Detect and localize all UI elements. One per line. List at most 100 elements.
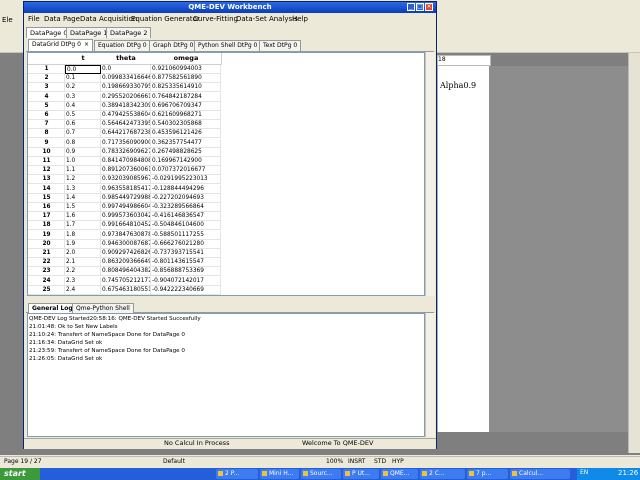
grid-cell[interactable]: 0.891207360061 bbox=[101, 166, 151, 176]
tab-graph[interactable]: Graph DtPg 0 bbox=[149, 40, 198, 51]
taskbar-button[interactable]: P Ut... bbox=[343, 469, 379, 479]
grid-cell[interactable]: 0.564642473395 bbox=[101, 120, 151, 130]
grid-cell[interactable]: -0.801143615547 bbox=[151, 258, 221, 268]
menu-file[interactable]: File bbox=[28, 15, 40, 23]
tab-python-shell[interactable]: Python Shell DtPg 0 bbox=[194, 40, 262, 51]
grid-cell[interactable]: -0.128844494296 bbox=[151, 184, 221, 194]
grid-cell[interactable]: 0.963558185417 bbox=[101, 184, 151, 194]
grid-cell[interactable]: 0.0707372016677 bbox=[151, 166, 221, 176]
taskbar-button[interactable]: 2 C... bbox=[420, 469, 465, 479]
grid-cell[interactable]: 0.825335614910 bbox=[151, 83, 221, 93]
grid-cell[interactable]: 0.999573603042 bbox=[101, 212, 151, 222]
column-header-theta[interactable]: theta bbox=[101, 53, 152, 65]
tab-text[interactable]: Text DtPg 0 bbox=[259, 40, 302, 51]
row-number[interactable]: 25 bbox=[28, 285, 65, 295]
taskbar-button[interactable]: 7 p... bbox=[467, 469, 508, 479]
row-number[interactable]: 3 bbox=[28, 83, 65, 93]
grid-cell[interactable]: 0.198669330795 bbox=[101, 83, 151, 93]
row-number[interactable]: 23 bbox=[28, 267, 65, 277]
maximize-icon[interactable]: □ bbox=[416, 3, 424, 11]
grid-cell[interactable]: -0.227202094693 bbox=[151, 193, 221, 203]
row-number[interactable]: 13 bbox=[28, 175, 65, 185]
zoom-indicator[interactable]: 100% bbox=[326, 458, 343, 465]
menu-equation-generator[interactable]: Equation Generator bbox=[131, 15, 200, 23]
grid-cell[interactable]: 1.6 bbox=[65, 212, 101, 222]
grid-cell[interactable]: -0.942222340669 bbox=[151, 285, 221, 295]
row-number[interactable]: 15 bbox=[28, 193, 65, 203]
grid-cell[interactable]: 0.267498828625 bbox=[151, 147, 221, 157]
menu-data-acquisition[interactable]: Data Acquisition bbox=[80, 15, 137, 23]
row-number[interactable]: 8 bbox=[28, 129, 65, 139]
grid-cell[interactable]: -0.666276021280 bbox=[151, 239, 221, 249]
grid-cell[interactable]: 0.362357754477 bbox=[151, 138, 221, 148]
grid-vertical-scrollbar[interactable] bbox=[425, 52, 435, 296]
taskbar-button[interactable]: Mini H... bbox=[260, 469, 299, 479]
grid-cell[interactable]: -0.504846104600 bbox=[151, 221, 221, 231]
row-number[interactable]: 5 bbox=[28, 101, 65, 111]
grid-cell[interactable]: 0.783326909627 bbox=[101, 147, 151, 157]
grid-cell[interactable]: 0.7 bbox=[65, 129, 101, 139]
grid-cell[interactable]: 0.0 bbox=[101, 65, 151, 74]
grid-cell[interactable]: 1.3 bbox=[65, 184, 101, 194]
row-number[interactable]: 20 bbox=[28, 239, 65, 249]
row-number[interactable]: 1 bbox=[28, 65, 65, 74]
grid-cell[interactable]: 0.909297426826 bbox=[101, 249, 151, 258]
selection-mode-indicator[interactable]: STD bbox=[374, 458, 386, 465]
grid-cell[interactable]: 0.8 bbox=[65, 138, 101, 148]
page-tab-1[interactable]: DataPage 1 bbox=[66, 27, 112, 38]
grid-cell[interactable]: 0.808496404382 bbox=[101, 267, 151, 277]
grid-cell[interactable]: 0.841470984808 bbox=[101, 157, 151, 166]
row-number[interactable]: 21 bbox=[28, 249, 65, 258]
grid-cell[interactable]: 0.877582561890 bbox=[151, 74, 221, 84]
grid-cell[interactable]: 0.985449729988 bbox=[101, 193, 151, 203]
column-header-t[interactable]: t bbox=[65, 53, 102, 65]
grid-cell[interactable]: 1.9 bbox=[65, 239, 101, 249]
grid-cell[interactable]: 1.2 bbox=[65, 175, 101, 185]
taskbar-button[interactable]: Calcul... bbox=[510, 469, 570, 479]
tab-qme-python-shell[interactable]: Qme-Python Shell bbox=[72, 303, 134, 313]
grid-cell[interactable]: 0.863209366649 bbox=[101, 258, 151, 268]
tab-general-log[interactable]: General Log bbox=[28, 303, 77, 313]
row-number[interactable]: 22 bbox=[28, 258, 65, 268]
grid-cell[interactable]: 1.5 bbox=[65, 203, 101, 212]
grid-cell[interactable]: 0.5 bbox=[65, 111, 101, 120]
background-document-page[interactable] bbox=[437, 66, 490, 432]
row-number[interactable]: 24 bbox=[28, 276, 65, 286]
background-vertical-scrollbar[interactable] bbox=[628, 53, 640, 453]
grid-cell[interactable]: 0.997494986604 bbox=[101, 203, 151, 212]
row-number[interactable]: 7 bbox=[28, 120, 65, 130]
grid-cell[interactable]: 1.7 bbox=[65, 221, 101, 231]
row-number[interactable]: 4 bbox=[28, 92, 65, 102]
grid-cell[interactable]: -0.0291995223013 bbox=[151, 175, 221, 185]
grid-cell[interactable]: 0.6 bbox=[65, 120, 101, 130]
start-button[interactable]: start bbox=[0, 468, 40, 480]
menu-help[interactable]: Help bbox=[292, 15, 308, 23]
grid-cell[interactable]: 0.946300087687 bbox=[101, 239, 151, 249]
grid-cell[interactable]: 2.4 bbox=[65, 285, 101, 295]
minimize-icon[interactable]: _ bbox=[407, 3, 415, 11]
grid-cell[interactable]: 2.2 bbox=[65, 267, 101, 277]
row-number[interactable]: 2 bbox=[28, 74, 65, 84]
row-number[interactable]: 12 bbox=[28, 166, 65, 176]
grid-cell[interactable]: 2.0 bbox=[65, 249, 101, 258]
row-number[interactable]: 18 bbox=[28, 221, 65, 231]
grid-cell[interactable]: 0.4 bbox=[65, 101, 101, 111]
grid-cell[interactable]: 2.3 bbox=[65, 276, 101, 286]
clock[interactable]: 21:26 bbox=[618, 469, 638, 477]
grid-cell[interactable]: 1.0 bbox=[65, 157, 101, 166]
grid-cell[interactable]: 0.921060994003 bbox=[151, 65, 221, 74]
column-header-omega[interactable]: omega bbox=[151, 53, 222, 65]
grid-cell[interactable]: -0.737393715541 bbox=[151, 249, 221, 258]
grid-cell[interactable]: 0.973847630878 bbox=[101, 230, 151, 240]
grid-cell[interactable]: 0.1 bbox=[65, 74, 101, 84]
hyperlink-mode-indicator[interactable]: HYP bbox=[392, 458, 404, 465]
log-vertical-scrollbar[interactable] bbox=[425, 313, 435, 437]
menu-data-set-analysis[interactable]: Data-Set Analysis bbox=[236, 15, 298, 23]
grid-cell[interactable]: 0.295520206661 bbox=[101, 92, 151, 102]
grid-cell[interactable]: -0.904072142017 bbox=[151, 276, 221, 286]
grid-cell[interactable]: 0.764842187284 bbox=[151, 92, 221, 102]
taskbar-button[interactable]: 2 P... bbox=[216, 469, 258, 479]
insert-mode-indicator[interactable]: INSRT bbox=[348, 458, 365, 465]
row-number[interactable]: 16 bbox=[28, 203, 65, 212]
grid-cell[interactable]: 1.8 bbox=[65, 230, 101, 240]
